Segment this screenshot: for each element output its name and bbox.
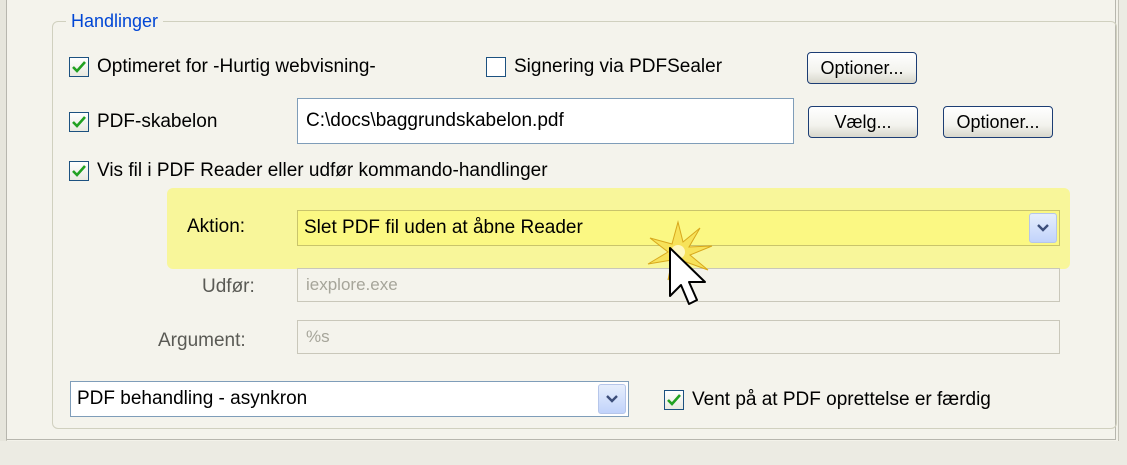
signing-options-button[interactable]: Optioner... <box>807 52 917 84</box>
checkmark-icon <box>72 61 86 73</box>
checkmark-icon <box>72 165 86 177</box>
chevron-down-icon <box>1037 224 1049 232</box>
chevron-down-icon <box>606 395 618 403</box>
window-bottom-edge <box>0 441 1127 465</box>
template-options-button[interactable]: Optioner... <box>943 106 1053 138</box>
template-path-input[interactable]: C:\docs\baggrundskabelon.pdf <box>297 98 794 144</box>
groupbox-title: Handlinger <box>66 11 164 32</box>
action-dropdown-button[interactable] <box>1029 213 1057 243</box>
optimize-checkbox[interactable] <box>69 57 89 77</box>
execute-label: Udfør: <box>202 276 255 297</box>
optimize-label: Optimeret for -Hurtig webvisning- <box>97 56 376 77</box>
template-checkbox[interactable] <box>69 112 89 132</box>
checkmark-icon <box>72 116 86 128</box>
signing-checkbox[interactable] <box>486 57 506 77</box>
argument-input[interactable]: %s <box>297 320 1060 354</box>
argument-label: Argument: <box>158 330 246 351</box>
processing-dropdown-button[interactable] <box>598 384 626 414</box>
checkmark-icon <box>667 394 681 406</box>
template-label: PDF-skabelon <box>97 111 218 132</box>
mouse-pointer-icon <box>647 220 713 305</box>
signing-checkbox-row[interactable]: Signering via PDFSealer <box>486 56 722 78</box>
wait-label: Vent på at PDF oprettelse er færdig <box>692 389 991 410</box>
processing-dropdown[interactable]: PDF behandling - asynkron <box>70 381 629 417</box>
processing-dropdown-value: PDF behandling - asynkron <box>77 388 308 409</box>
show-file-label: Vis fil i PDF Reader eller udfør kommand… <box>97 160 548 181</box>
action-dropdown-value: Slet PDF fil uden at åbne Reader <box>304 217 583 238</box>
window-right-edge <box>1118 0 1127 465</box>
show-file-checkbox-row[interactable]: Vis fil i PDF Reader eller udfør kommand… <box>69 160 548 182</box>
action-label: Aktion: <box>187 216 246 237</box>
choose-template-button[interactable]: Vælg... <box>808 106 918 138</box>
wait-checkbox-row[interactable]: Vent på at PDF oprettelse er færdig <box>664 389 991 411</box>
show-file-checkbox[interactable] <box>69 161 89 181</box>
optimize-checkbox-row[interactable]: Optimeret for -Hurtig webvisning- <box>69 56 376 78</box>
wait-checkbox[interactable] <box>664 390 684 410</box>
signing-label: Signering via PDFSealer <box>514 56 723 77</box>
template-checkbox-row[interactable]: PDF-skabelon <box>69 111 217 133</box>
